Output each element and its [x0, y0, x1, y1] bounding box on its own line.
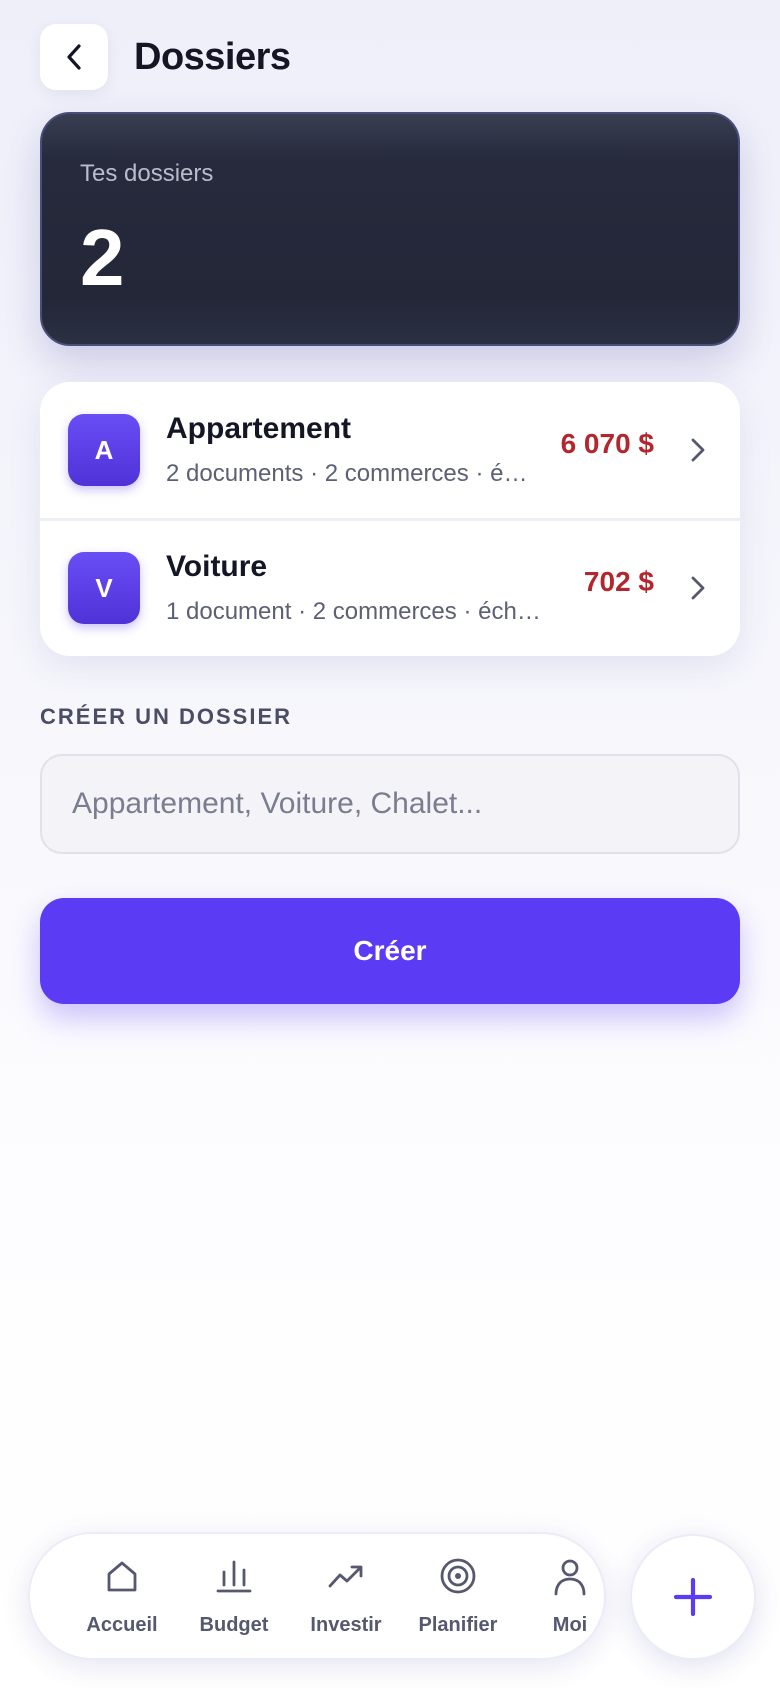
home-icon [107, 1561, 137, 1592]
tab-label: Planifier [418, 1614, 498, 1636]
folder-name-input[interactable] [40, 754, 740, 854]
page-title: Dossiers [134, 35, 291, 78]
tab-budget[interactable]: Budget [178, 1534, 290, 1658]
chevron-left-icon [67, 44, 81, 70]
folder-details: 1 document · 2 commerces · échéances [166, 598, 551, 625]
chevron-right-icon [691, 438, 705, 462]
plus-icon [673, 1577, 713, 1617]
tab-label: Accueil [86, 1614, 158, 1636]
tab-investir[interactable]: Investir [290, 1534, 402, 1658]
header: Dossiers [40, 24, 291, 90]
tab-planifier[interactable]: Planifier [402, 1534, 514, 1658]
create-button[interactable]: Créer [40, 898, 740, 1004]
add-button[interactable] [630, 1534, 756, 1660]
folder-amount: 702 $ [583, 566, 654, 597]
trend-up-icon [328, 1565, 363, 1588]
folder-list: A Appartement 2 documents · 2 commerces … [40, 382, 740, 656]
folder-count: 2 [80, 213, 125, 302]
summary-label: Tes dossiers [80, 160, 214, 187]
tab-accueil[interactable]: Accueil [66, 1534, 178, 1658]
bar-chart-icon [216, 1560, 252, 1593]
back-button[interactable] [40, 24, 108, 90]
tab-label: Investir [310, 1614, 382, 1636]
summary-card: Tes dossiers 2 [40, 112, 740, 346]
folder-row-voiture[interactable]: V Voiture 1 document · 2 commerces · éch… [40, 520, 740, 656]
create-section-label: CRÉER UN DOSSIER [40, 704, 293, 729]
folder-avatar: V [68, 552, 140, 624]
target-icon [440, 1558, 476, 1594]
chevron-right-icon [691, 576, 705, 600]
bottom-tab-bar: Accueil Budget Investir Planifier Moi [28, 1532, 606, 1660]
folder-name: Appartement [166, 412, 352, 445]
tab-label: Budget [199, 1614, 269, 1636]
tab-label: Moi [552, 1614, 588, 1636]
folder-row-appartement[interactable]: A Appartement 2 documents · 2 commerces … [40, 382, 740, 518]
folder-details: 2 documents · 2 commerces · échéances [166, 460, 536, 487]
folder-avatar: A [68, 414, 140, 486]
user-icon [554, 1559, 586, 1596]
folder-amount: 6 070 $ [560, 428, 654, 459]
tab-moi[interactable]: Moi [514, 1534, 626, 1658]
folder-name: Voiture [166, 550, 268, 583]
